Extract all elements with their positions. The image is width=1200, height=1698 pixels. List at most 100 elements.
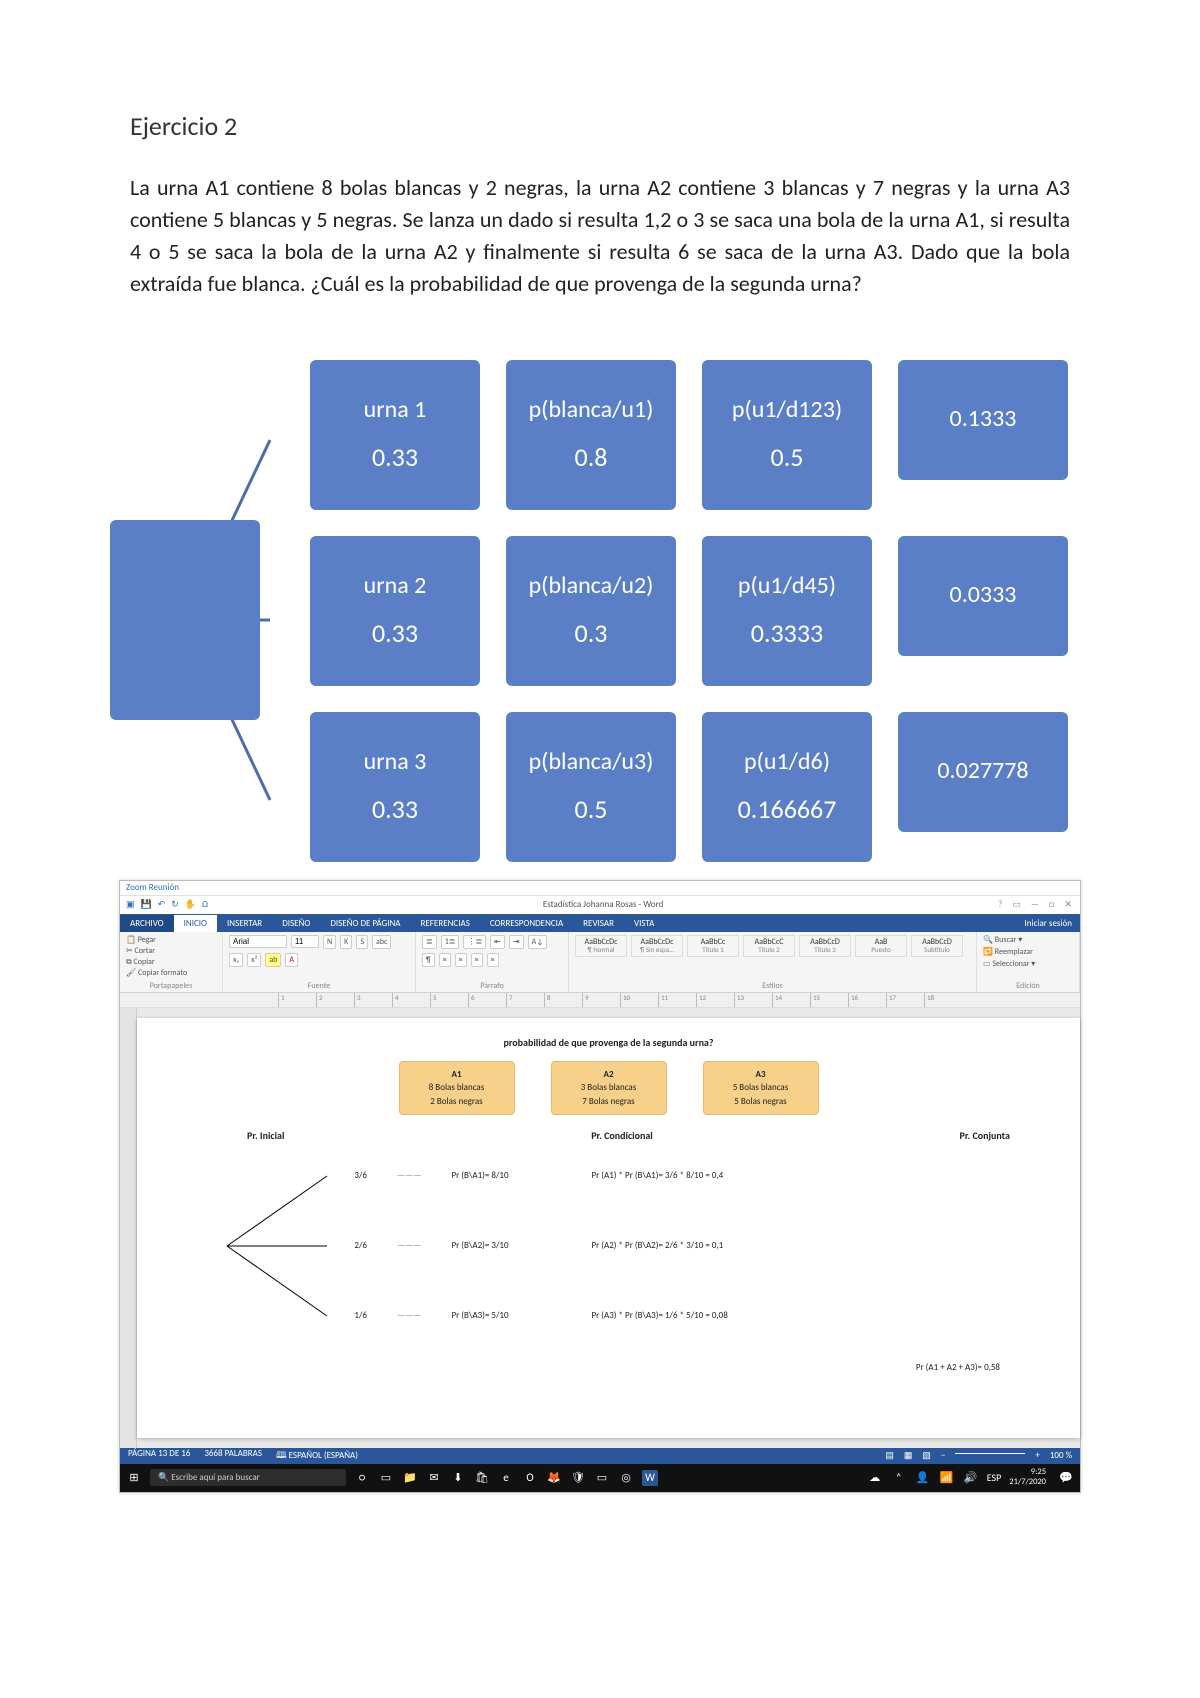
firefox-icon[interactable]: 🦊 bbox=[546, 1470, 562, 1486]
tray-volume-icon[interactable]: 🔊 bbox=[963, 1470, 979, 1486]
font-size-input[interactable] bbox=[291, 935, 319, 948]
find-button[interactable]: 🔍 Buscar ▾ bbox=[983, 935, 1022, 945]
node-urn-2: urna 20.33 bbox=[310, 536, 480, 686]
edge-icon[interactable]: e bbox=[498, 1470, 514, 1486]
tray-wifi-icon[interactable]: 📶 bbox=[939, 1470, 955, 1486]
style-item-5[interactable]: AaBPuesto bbox=[855, 935, 907, 957]
numbering-button[interactable]: 1≣ bbox=[441, 935, 460, 949]
zoom-slider[interactable] bbox=[955, 1453, 1025, 1454]
cut-button[interactable]: ✂ Cortar bbox=[126, 946, 155, 956]
status-page[interactable]: PÁGINA 13 DE 16 bbox=[128, 1448, 190, 1464]
tab-vista[interactable]: VISTA bbox=[624, 915, 664, 932]
style-item-3[interactable]: AaBbCcCTítulo 2 bbox=[743, 935, 795, 957]
align-left-button[interactable]: ≡ bbox=[439, 953, 451, 967]
show-marks-button[interactable]: ¶ bbox=[422, 953, 435, 967]
styles-gallery[interactable]: AaBbCcDc¶ NormalAaBbCcDc¶ Sin espa…AaBbC… bbox=[575, 935, 970, 957]
underline-button[interactable]: S bbox=[356, 935, 368, 949]
tab-referencias[interactable]: REFERENCIAS bbox=[411, 915, 480, 932]
horizontal-ruler[interactable]: 123456789101112131415161718 bbox=[120, 993, 1080, 1008]
zoom-out-button[interactable]: − bbox=[941, 1450, 945, 1461]
dropbox-icon[interactable]: ⬇ bbox=[450, 1470, 466, 1486]
replace-button[interactable]: 🔁 Reemplazar bbox=[983, 947, 1033, 957]
document-page[interactable]: probabilidad de que provenga de la segun… bbox=[137, 1018, 1080, 1438]
increase-indent-button[interactable]: ⇥ bbox=[509, 935, 524, 949]
format-painter-button[interactable]: 🖌 Copiar formato bbox=[126, 968, 187, 978]
style-item-2[interactable]: AaBbCcTítulo 1 bbox=[687, 935, 739, 957]
justify-button[interactable]: ≡ bbox=[487, 953, 499, 967]
status-words[interactable]: 3668 PALABRAS bbox=[204, 1448, 262, 1464]
tray-people-icon[interactable]: 👤 bbox=[915, 1470, 931, 1486]
style-item-1[interactable]: AaBbCcDc¶ Sin espa… bbox=[631, 935, 683, 957]
mail-icon[interactable]: ✉ bbox=[426, 1470, 442, 1486]
tray-language[interactable]: ESP bbox=[987, 1471, 1002, 1484]
style-item-0[interactable]: AaBbCcDc¶ Normal bbox=[575, 935, 627, 957]
task-view-icon[interactable]: ▭ bbox=[378, 1470, 394, 1486]
select-button[interactable]: ▭ Seleccionar ▾ bbox=[983, 959, 1035, 969]
taskbar-clock[interactable]: 9:25 21/7/2020 bbox=[1009, 1468, 1050, 1487]
tray-onedrive-icon[interactable]: ☁ bbox=[867, 1470, 883, 1486]
taskbar-search[interactable]: 🔍 Escribe aquí para buscar bbox=[150, 1469, 346, 1486]
copy-button[interactable]: ⧉ Copiar bbox=[126, 957, 155, 967]
tray-chevron-icon[interactable]: ˄ bbox=[891, 1470, 907, 1486]
tab-correspondencia[interactable]: CORRESPONDENCIA bbox=[480, 915, 573, 932]
bold-button[interactable]: N bbox=[323, 935, 336, 949]
tab-file[interactable]: ARCHIVO bbox=[120, 915, 174, 932]
highlight-button[interactable]: ab bbox=[265, 953, 281, 967]
cortana-icon[interactable]: ○ bbox=[354, 1470, 370, 1486]
vertical-ruler[interactable] bbox=[120, 1008, 137, 1448]
minimize-icon[interactable]: — bbox=[1031, 899, 1039, 910]
undo-icon[interactable]: ↶ bbox=[158, 899, 166, 910]
view-print-icon[interactable]: ▦ bbox=[904, 1450, 913, 1461]
tree-row-1: urna 10.33 p(blanca/u1)0.8 p(u1/d123)0.5… bbox=[310, 360, 1090, 510]
strikethrough-button[interactable]: abc bbox=[372, 935, 391, 949]
align-right-button[interactable]: ≡ bbox=[471, 953, 483, 967]
start-icon[interactable]: ⊞ bbox=[126, 1470, 142, 1486]
office-icon[interactable]: O bbox=[522, 1470, 538, 1486]
tab-revisar[interactable]: REVISAR bbox=[573, 915, 624, 932]
paste-button[interactable]: 📋 Pegar bbox=[126, 935, 156, 945]
help-icon[interactable]: ? bbox=[998, 899, 1002, 910]
view-read-icon[interactable]: ▤ bbox=[885, 1450, 894, 1461]
font-color-button[interactable]: A bbox=[285, 953, 298, 967]
col-head-conjunta: Pr. Conjunta bbox=[960, 1129, 1010, 1142]
multilevel-button[interactable]: ⋮≣ bbox=[463, 935, 486, 949]
view-web-icon[interactable]: ▧ bbox=[922, 1450, 931, 1461]
tab-diseno-pagina[interactable]: DISEÑO DE PÁGINA bbox=[320, 915, 410, 932]
tab-insertar[interactable]: INSERTAR bbox=[217, 915, 272, 932]
zoom-value[interactable]: 100 % bbox=[1050, 1450, 1072, 1461]
align-center-button[interactable]: ≡ bbox=[455, 953, 467, 967]
store-icon[interactable]: 🛍 bbox=[474, 1470, 490, 1486]
redo-icon[interactable]: ↻ bbox=[171, 899, 179, 910]
style-item-4[interactable]: AaBbCcDTítulo 3 bbox=[799, 935, 851, 957]
security-icon[interactable]: 🛡 bbox=[570, 1470, 586, 1486]
status-language[interactable]: 🕮 ESPAÑOL (ESPAÑA) bbox=[276, 1448, 358, 1464]
tab-diseno[interactable]: DISEÑO bbox=[272, 915, 320, 932]
explorer-icon[interactable]: 📁 bbox=[402, 1470, 418, 1486]
sort-button[interactable]: A↓ bbox=[528, 935, 548, 949]
zoom-icon[interactable]: ▭ bbox=[594, 1470, 610, 1486]
sign-in-link[interactable]: Iniciar sesión bbox=[1017, 915, 1080, 932]
probability-tree-diagram: urna 10.33 p(blanca/u1)0.8 p(u1/d123)0.5… bbox=[110, 360, 1090, 862]
node-result-2: 0.0333 bbox=[898, 536, 1068, 656]
font-name-input[interactable] bbox=[229, 935, 287, 948]
touch-mode-icon[interactable]: ✋ bbox=[185, 899, 196, 910]
style-item-6[interactable]: AaBbCcDSubtítulo bbox=[911, 935, 963, 957]
superscript-button[interactable]: x² bbox=[247, 953, 261, 967]
notifications-icon[interactable]: 💬 bbox=[1058, 1470, 1074, 1486]
decrease-indent-button[interactable]: ⇤ bbox=[490, 935, 505, 949]
bullets-button[interactable]: ≣ bbox=[422, 935, 437, 949]
ribbon: 📋 Pegar ✂ Cortar ⧉ Copiar 🖌 Copiar forma… bbox=[120, 932, 1080, 993]
page-question: probabilidad de que provenga de la segun… bbox=[187, 1036, 1030, 1049]
maximize-icon[interactable]: □ bbox=[1049, 899, 1054, 910]
zoom-in-button[interactable]: + bbox=[1035, 1450, 1039, 1461]
word-icon[interactable]: ▣ bbox=[126, 899, 135, 910]
ribbon-display-icon[interactable]: ▭ bbox=[1012, 899, 1021, 910]
save-icon[interactable]: 💾 bbox=[141, 899, 152, 910]
italic-button[interactable]: K bbox=[340, 935, 352, 949]
tab-inicio[interactable]: INICIO bbox=[174, 915, 217, 932]
word-task-icon[interactable]: W bbox=[642, 1470, 658, 1486]
close-icon[interactable]: ✕ bbox=[1064, 899, 1072, 910]
chrome-icon[interactable]: ◎ bbox=[618, 1470, 634, 1486]
node-cond-1: p(blanca/u1)0.8 bbox=[506, 360, 676, 510]
subscript-button[interactable]: x₂ bbox=[229, 953, 243, 967]
